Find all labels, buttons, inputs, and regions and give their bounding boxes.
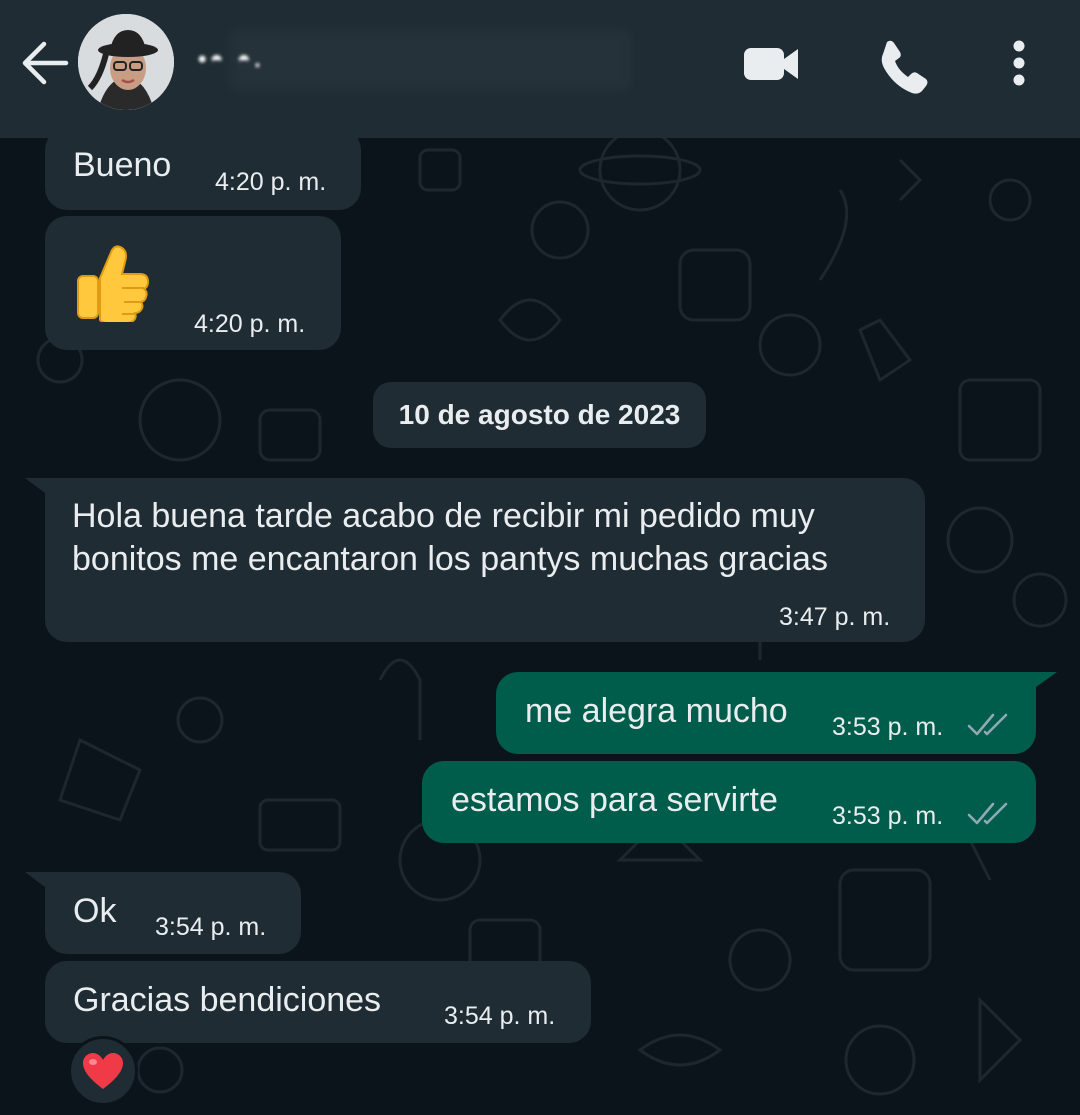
message-reaction[interactable] <box>68 1036 138 1106</box>
double-check-read-icon <box>967 802 1008 825</box>
message-time: 4:20 p. m. <box>215 168 327 196</box>
message-time: 3:54 p. m. <box>155 913 267 941</box>
contact-avatar[interactable] <box>78 14 174 110</box>
message-time: 4:20 p. m. <box>194 310 306 338</box>
arrow-left-icon[interactable] <box>20 40 70 86</box>
message-text: estamos para servirte <box>451 781 778 819</box>
phone-icon[interactable] <box>874 34 930 94</box>
message-text: Ok <box>73 892 117 930</box>
contact-name[interactable]: •◓ ◓. <box>198 46 264 74</box>
chat-header: •◓ ◓. <box>0 0 1080 138</box>
date-divider: 10 de agosto de 2023 <box>373 382 706 448</box>
more-vertical-icon[interactable] <box>1000 34 1038 94</box>
video-camera-icon[interactable] <box>740 34 802 94</box>
message-time: 3:47 p. m. <box>779 603 891 631</box>
message-time: 3:53 p. m. <box>832 713 944 741</box>
message-text: Gracias bendiciones <box>73 981 382 1019</box>
message-time: 3:54 p. m. <box>444 1002 556 1030</box>
message-text: Bueno <box>73 146 172 184</box>
blurred-region <box>230 30 630 90</box>
message-text: me alegra mucho <box>525 692 788 730</box>
thumbs-up-emoji <box>77 245 150 322</box>
message-time: 3:53 p. m. <box>832 802 944 830</box>
message-text-line: bonitos me encantaron los pantys muchas … <box>72 540 828 578</box>
red-heart-emoji <box>83 1053 123 1089</box>
double-check-read-icon <box>967 713 1008 736</box>
message-text-line: Hola buena tarde acabo de recibir mi ped… <box>72 497 815 535</box>
